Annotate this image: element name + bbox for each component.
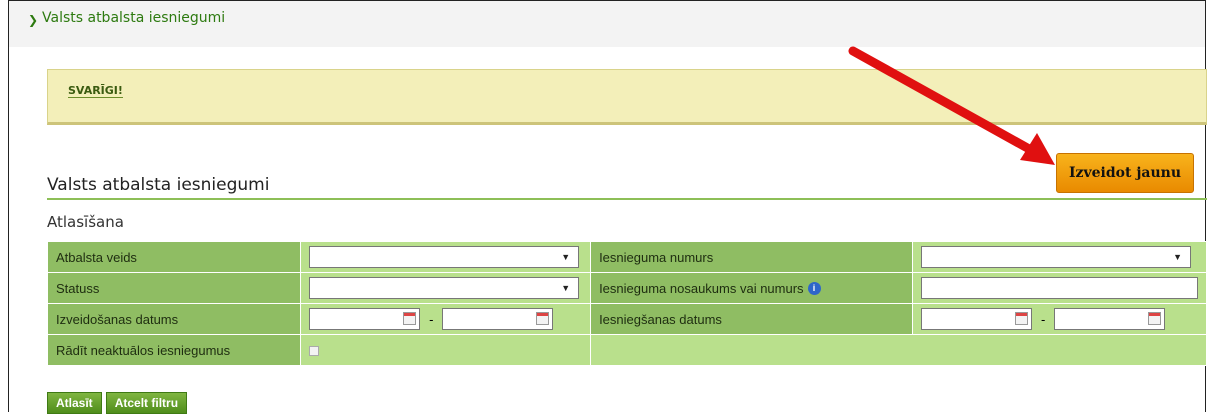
- annotation-arrow-icon: [848, 46, 1055, 165]
- arrow-shaft: [848, 46, 1036, 155]
